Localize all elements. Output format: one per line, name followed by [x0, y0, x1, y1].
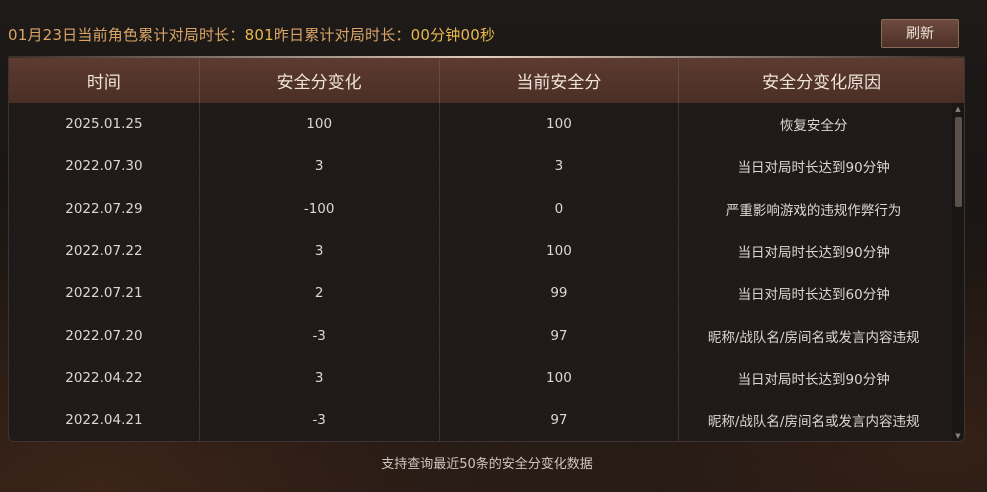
- refresh-button[interactable]: 刷新: [881, 19, 959, 48]
- current-playtime-value: 801: [244, 26, 274, 44]
- table-scrollbar[interactable]: ▲ ▼: [952, 103, 964, 441]
- cell-score-change: -3: [200, 399, 440, 441]
- cell-current-score: 3: [440, 145, 680, 188]
- cell-current-score: 97: [440, 399, 680, 441]
- column-header-current-score: 当前安全分: [440, 58, 680, 103]
- cell-score-change: 100: [200, 103, 440, 146]
- top-bar: 01月23日当前角色累计对局时长：801昨日累计对局时长：00分钟00秒 刷新: [8, 19, 979, 48]
- cell-change-reason: 当日对局时长达到90分钟: [737, 371, 890, 388]
- table-body[interactable]: 2025.01.25 100 100 恢复安全分 2022.07.30 3 3 …: [9, 103, 964, 441]
- table-row: 2022.04.21 -3 97 昵称/战队名/房间名或发言内容违规: [9, 399, 964, 441]
- summary-date: 01月23日: [8, 26, 78, 44]
- cell-change-reason: 当日对局时长达到90分钟: [737, 245, 890, 262]
- cell-current-score: 99: [440, 272, 680, 315]
- table-row: 2022.07.30 3 3 当日对局时长达到90分钟: [9, 145, 964, 188]
- cell-time: 2025.01.25: [9, 103, 200, 146]
- cell-current-score: 100: [440, 356, 680, 400]
- triangle-up-icon[interactable]: ▲: [952, 103, 964, 115]
- scrollbar-thumb[interactable]: [955, 117, 962, 207]
- table-row: 2025.01.25 100 100 恢复安全分: [9, 103, 964, 146]
- cell-time: 2022.04.21: [9, 399, 200, 441]
- cell-time: 2022.07.30: [9, 145, 200, 188]
- yesterday-playtime-label: 昨日累计对局时长：: [273, 26, 411, 44]
- column-header-score-change: 安全分变化: [200, 58, 440, 103]
- cell-time: 2022.07.21: [9, 272, 200, 315]
- table-row: 2022.07.21 2 99 当日对局时长达到60分钟: [9, 272, 964, 315]
- cell-score-change: 3: [200, 229, 440, 273]
- cell-time: 2022.07.20: [9, 314, 200, 357]
- query-limit-note: 支持查询最近50条的安全分变化数据: [381, 457, 593, 472]
- cell-current-score: 0: [440, 187, 680, 230]
- cell-current-score: 97: [440, 314, 680, 357]
- cell-current-score: 100: [440, 229, 680, 273]
- cell-time: 2022.07.22: [9, 229, 200, 273]
- cell-time: 2022.04.22: [9, 356, 200, 400]
- cell-change-reason: 当日对局时长达到90分钟: [737, 160, 890, 177]
- cell-score-change: 3: [200, 145, 440, 188]
- cell-score-change: -3: [200, 314, 440, 357]
- current-playtime-label: 当前角色累计对局时长：: [77, 26, 245, 44]
- cell-change-reason: 昵称/战队名/房间名或发言内容违规: [707, 329, 920, 346]
- cell-change-reason: 恢复安全分: [779, 118, 848, 135]
- table-row: 2022.07.29 -100 0 严重影响游戏的违规作弊行为: [9, 187, 964, 230]
- cell-change-reason: 严重影响游戏的违规作弊行为: [725, 202, 902, 219]
- cell-current-score: 100: [440, 103, 680, 146]
- safety-score-table: 时间 安全分变化 当前安全分 安全分变化原因 2025.01.25 100 10…: [8, 58, 965, 442]
- play-time-summary: 01月23日当前角色累计对局时长：801昨日累计对局时长：00分钟00秒: [8, 24, 495, 45]
- table-row: 2022.07.20 -3 97 昵称/战队名/房间名或发言内容违规: [9, 314, 964, 357]
- table-header: 时间 安全分变化 当前安全分 安全分变化原因: [9, 58, 964, 103]
- column-header-time: 时间: [9, 58, 200, 103]
- yesterday-playtime-value: 00分钟00秒: [410, 26, 496, 44]
- cell-change-reason: 昵称/战队名/房间名或发言内容违规: [707, 414, 920, 431]
- table-row: 2022.04.22 3 100 当日对局时长达到90分钟: [9, 356, 964, 400]
- cell-score-change: 3: [200, 356, 440, 400]
- cell-score-change: 2: [200, 272, 440, 315]
- column-header-change-reason: 安全分变化原因: [762, 73, 882, 93]
- triangle-down-icon[interactable]: ▼: [952, 430, 964, 441]
- cell-score-change: -100: [200, 187, 440, 230]
- table-row: 2022.07.22 3 100 当日对局时长达到90分钟: [9, 229, 964, 273]
- cell-time: 2022.07.29: [9, 187, 200, 230]
- cell-change-reason: 当日对局时长达到60分钟: [737, 287, 890, 304]
